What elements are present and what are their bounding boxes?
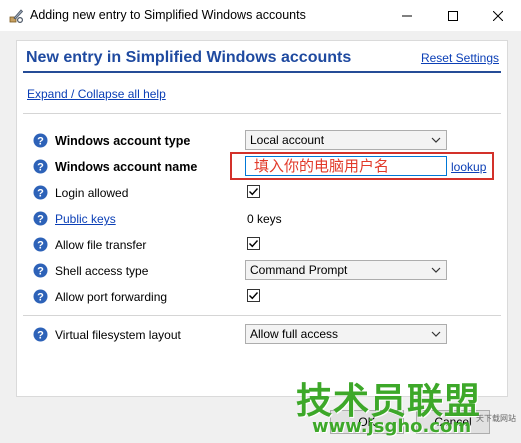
vfs-layout-row: ? Virtual filesystem layout Allow full a… [33, 324, 493, 346]
maximize-icon [448, 10, 458, 21]
account-type-value: Local account [250, 133, 325, 147]
chevron-down-icon [431, 267, 441, 273]
close-icon [493, 10, 503, 21]
annotation-highlight-box [230, 152, 494, 180]
shell-access-value: Command Prompt [250, 263, 348, 277]
svg-text:?: ? [37, 188, 44, 200]
minimize-button[interactable] [384, 0, 430, 31]
watermark-small-text: 天下载网站 [476, 414, 516, 423]
help-icon[interactable]: ? [33, 289, 48, 304]
close-button[interactable] [475, 0, 521, 31]
checkmark-icon [249, 188, 259, 196]
svg-text:?: ? [37, 214, 44, 226]
maximize-button[interactable] [430, 0, 476, 31]
help-icon[interactable]: ? [33, 263, 48, 278]
svg-text:?: ? [37, 330, 44, 342]
file-transfer-row: ? Allow file transfer [33, 234, 493, 256]
title-bar: Adding new entry to Simplified Windows a… [0, 0, 521, 31]
vfs-layout-select[interactable]: Allow full access [245, 324, 447, 344]
settings-panel: New entry in Simplified Windows accounts… [16, 40, 508, 397]
file-transfer-checkbox[interactable] [247, 237, 260, 250]
checkmark-icon [249, 240, 259, 248]
watermark: 技术员联盟 www.jsgho.com 天下载网站 [286, 372, 521, 443]
panel-header: New entry in Simplified Windows accounts… [17, 41, 507, 71]
login-allowed-label: Login allowed [55, 186, 129, 200]
shell-access-select[interactable]: Command Prompt [245, 260, 447, 280]
public-keys-row: ? Public keys 0 keys [33, 208, 493, 230]
public-keys-link[interactable]: Public keys [55, 212, 116, 226]
account-type-label: Windows account type [55, 134, 191, 148]
shell-access-label: Shell access type [55, 264, 149, 278]
help-icon[interactable]: ? [33, 185, 48, 200]
help-icon[interactable]: ? [33, 237, 48, 252]
vfs-layout-label: Virtual filesystem layout [55, 328, 181, 342]
expand-collapse-help-link[interactable]: Expand / Collapse all help [27, 87, 166, 101]
tools-icon [9, 9, 24, 24]
divider [23, 113, 501, 114]
checkmark-icon [249, 292, 259, 300]
window-title: Adding new entry to Simplified Windows a… [30, 8, 306, 22]
help-icon[interactable]: ? [33, 159, 48, 174]
port-forwarding-checkbox[interactable] [247, 289, 260, 302]
chevron-down-icon [431, 331, 441, 337]
svg-text:?: ? [37, 162, 44, 174]
svg-text:?: ? [37, 266, 44, 278]
file-transfer-label: Allow file transfer [55, 238, 147, 252]
minimize-icon [402, 15, 412, 16]
login-allowed-row: ? Login allowed [33, 182, 493, 204]
vfs-layout-value: Allow full access [250, 327, 339, 341]
help-icon[interactable]: ? [33, 327, 48, 342]
help-icon[interactable]: ? [33, 133, 48, 148]
reset-settings-link[interactable]: Reset Settings [421, 51, 499, 65]
account-name-label: Windows account name [55, 160, 198, 174]
public-keys-count: 0 keys [247, 212, 282, 226]
panel-title: New entry in Simplified Windows accounts [26, 49, 352, 66]
account-type-row: ? Windows account type Local account [33, 130, 493, 152]
help-icon[interactable]: ? [33, 211, 48, 226]
chevron-down-icon [431, 137, 441, 143]
port-forwarding-label: Allow port forwarding [55, 290, 168, 304]
divider [23, 315, 501, 316]
account-type-select[interactable]: Local account [245, 130, 447, 150]
header-divider [23, 71, 501, 73]
watermark-url: www.jsgho.com [312, 416, 472, 437]
svg-text:?: ? [37, 240, 44, 252]
svg-text:?: ? [37, 292, 44, 304]
port-forwarding-row: ? Allow port forwarding [33, 286, 493, 308]
shell-access-row: ? Shell access type Command Prompt [33, 260, 493, 282]
svg-text:?: ? [37, 136, 44, 148]
login-allowed-checkbox[interactable] [247, 185, 260, 198]
